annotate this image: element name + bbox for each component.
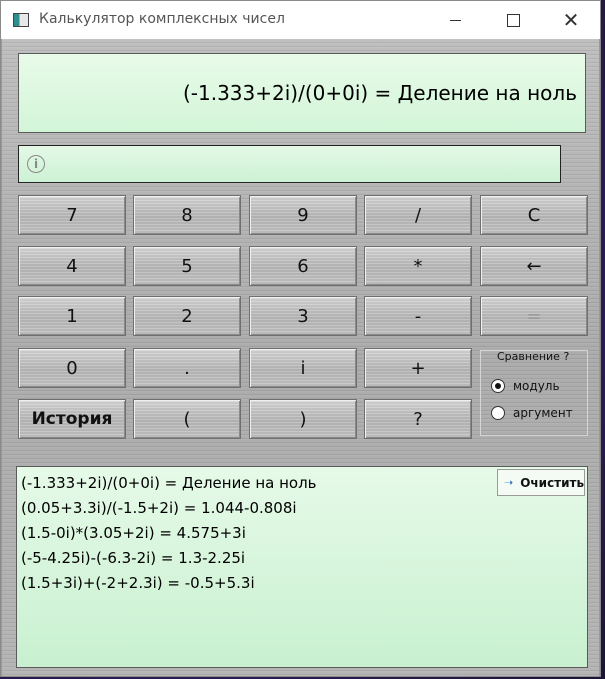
radio-argument-indicator[interactable] (491, 406, 505, 420)
history-item[interactable]: (-1.333+2i)/(0+0i) = Деление на ноль (21, 471, 317, 496)
key-multiply[interactable]: * (364, 246, 472, 286)
arrow-right-icon: ➝ (504, 476, 514, 489)
key-5[interactable]: 5 (133, 246, 241, 286)
key-minus[interactable]: - (364, 296, 472, 336)
key-right-paren[interactable]: ) (249, 399, 357, 439)
history-list: (-1.333+2i)/(0+0i) = Деление на ноль (0.… (21, 471, 317, 596)
info-bar: i (18, 145, 561, 183)
key-2[interactable]: 2 (133, 296, 241, 336)
minimize-icon (449, 19, 461, 21)
history-panel[interactable]: (-1.333+2i)/(0+0i) = Деление на ноль (0.… (16, 466, 588, 668)
history-item[interactable]: (1.5+3i)+(-2+2.3i) = -0.5+5.3i (21, 571, 317, 596)
key-0[interactable]: 0 (18, 348, 126, 388)
key-6[interactable]: 6 (249, 246, 357, 286)
calculator-window: Калькулятор комплексных чисел ✕ (-1.333+… (0, 0, 601, 677)
key-compare[interactable]: ? (364, 399, 472, 439)
key-divide[interactable]: / (364, 195, 472, 235)
compare-title: Сравнение ? (497, 350, 570, 363)
clear-history-button[interactable]: ➝ Очистить (497, 469, 585, 496)
key-7[interactable]: 7 (18, 195, 126, 235)
maximize-button[interactable] (484, 1, 542, 39)
display-text: (-1.333+2i)/(0+0i) = Деление на ноль (182, 81, 577, 105)
key-equals[interactable]: = (480, 296, 588, 336)
info-icon: i (27, 155, 45, 173)
history-item[interactable]: (-5-4.25i)-(-6.3-2i) = 1.3-2.25i (21, 546, 317, 571)
key-9[interactable]: 9 (249, 195, 357, 235)
key-left-paren[interactable]: ( (133, 399, 241, 439)
radio-argument[interactable]: аргумент (491, 406, 573, 420)
calculator-body: (-1.333+2i)/(0+0i) = Деление на ноль i 7… (2, 39, 599, 676)
window-title: Калькулятор комплексных чисел (39, 11, 285, 27)
key-1[interactable]: 1 (18, 296, 126, 336)
key-imaginary[interactable]: i (249, 348, 357, 388)
key-plus[interactable]: + (364, 348, 472, 388)
key-3[interactable]: 3 (249, 296, 357, 336)
key-4[interactable]: 4 (18, 246, 126, 286)
history-item[interactable]: (1.5-0i)*(3.05+2i) = 4.575+3i (21, 521, 317, 546)
radio-modulus-indicator[interactable] (491, 379, 505, 393)
app-icon (13, 13, 29, 27)
close-button[interactable]: ✕ (542, 1, 600, 39)
clear-history-label: Очистить (520, 475, 585, 490)
result-display: (-1.333+2i)/(0+0i) = Деление на ноль (18, 53, 586, 133)
title-bar[interactable]: Калькулятор комплексных чисел ✕ (1, 1, 600, 39)
key-backspace[interactable]: ← (480, 246, 588, 286)
radio-modulus-label: модуль (513, 379, 560, 393)
maximize-icon (506, 13, 520, 27)
minimize-button[interactable] (426, 1, 484, 39)
history-item[interactable]: (0.05+3.3i)/(-1.5+2i) = 1.044-0.808i (21, 496, 317, 521)
key-dot[interactable]: . (133, 348, 241, 388)
key-clear[interactable]: C (480, 195, 588, 235)
history-button[interactable]: История (18, 399, 126, 439)
radio-modulus[interactable]: модуль (491, 379, 560, 393)
close-icon: ✕ (562, 8, 580, 32)
key-8[interactable]: 8 (133, 195, 241, 235)
compare-groupbox: Сравнение ? модуль аргумент (480, 350, 588, 436)
radio-argument-label: аргумент (513, 406, 573, 420)
